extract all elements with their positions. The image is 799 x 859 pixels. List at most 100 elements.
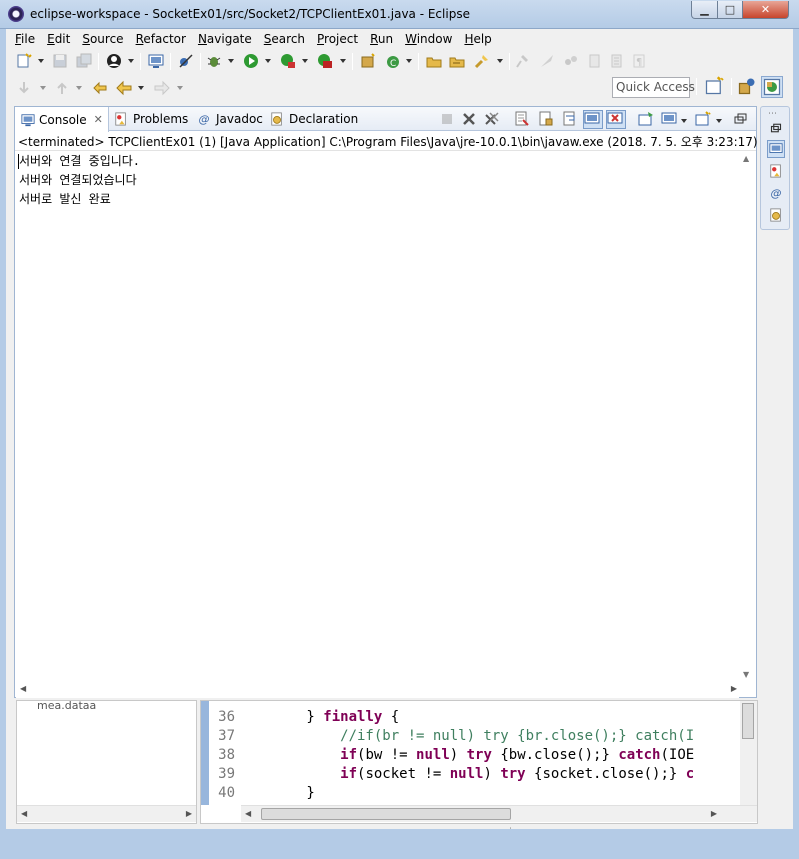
maximize-button[interactable]: □	[717, 1, 743, 19]
menu-source[interactable]: Source	[76, 29, 129, 49]
next-edit-location-icon[interactable]	[16, 80, 32, 96]
back-icon[interactable]	[116, 80, 132, 96]
terminate-icon[interactable]	[439, 111, 455, 127]
forward-dropdown-icon[interactable]	[177, 86, 183, 90]
restore-view-icon[interactable]	[732, 111, 748, 127]
scroll-right-icon[interactable]: ▶	[186, 809, 192, 818]
back-dropdown-icon[interactable]	[138, 86, 144, 90]
show-paragraph-icon[interactable]: ¶	[631, 53, 647, 69]
trim-console-button[interactable]	[767, 140, 785, 158]
show-console-on-stdout-button[interactable]	[583, 110, 603, 129]
account-dropdown-icon[interactable]	[128, 59, 134, 63]
open-task-icon[interactable]	[449, 53, 465, 69]
scroll-lock-icon[interactable]	[538, 111, 554, 127]
toggle-mark-occurrences-icon[interactable]	[515, 53, 531, 69]
trim-javadoc-button[interactable]: @	[767, 184, 785, 202]
toggle-block-selection-icon[interactable]	[539, 53, 555, 69]
display-selected-console-icon[interactable]	[661, 111, 677, 127]
java-perspective-button[interactable]	[761, 76, 783, 98]
minimize-button[interactable]: ▁	[691, 1, 718, 19]
previous-edit-dropdown-icon[interactable]	[76, 86, 82, 90]
new-java-package-icon[interactable]	[360, 53, 376, 69]
run-icon[interactable]	[243, 53, 259, 69]
code-line-39[interactable]: 39 if(socket != null) try {socket.close(…	[211, 766, 694, 785]
coverage-icon[interactable]	[280, 53, 296, 69]
scroll-left-icon[interactable]: ◀	[245, 809, 251, 818]
code-line-40[interactable]: 40 }	[211, 785, 315, 804]
new-class-dropdown-icon[interactable]	[406, 59, 412, 63]
trim-declaration-button[interactable]	[767, 206, 785, 224]
editor-horizontal-scrollbar[interactable]: ◀ ▶	[241, 805, 757, 822]
menu-project[interactable]: Project	[311, 29, 364, 49]
tree-horizontal-scrollbar[interactable]: ◀ ▶	[17, 805, 196, 822]
search-icon[interactable]	[474, 53, 490, 69]
tree-item-partial[interactable]: mea.dataa	[37, 699, 96, 712]
new-icon[interactable]	[16, 53, 32, 69]
java-ee-perspective-button[interactable]	[737, 76, 759, 98]
debug-dropdown-icon[interactable]	[228, 59, 234, 63]
previous-annotation-icon[interactable]	[609, 53, 625, 69]
remove-launch-icon[interactable]	[461, 111, 477, 127]
next-edit-dropdown-icon[interactable]	[40, 86, 46, 90]
menu-navigate[interactable]: Navigate	[192, 29, 258, 49]
open-console-icon[interactable]	[148, 53, 164, 69]
show-whitespace-icon[interactable]	[563, 53, 579, 69]
scroll-up-icon[interactable]: ▲	[743, 154, 749, 163]
console-horizontal-scrollbar[interactable]: ◀ ▶	[16, 681, 739, 698]
menu-run[interactable]: Run	[364, 29, 399, 49]
skip-breakpoints-icon[interactable]	[178, 53, 194, 69]
editor-horizontal-thumb[interactable]	[261, 808, 511, 820]
console-output[interactable]: 서버와 연결 중입니다. 서버와 연결되었습니다 서버로 발신 완료	[18, 152, 140, 209]
run-dropdown-icon[interactable]	[265, 59, 271, 63]
last-edit-location-icon[interactable]	[92, 80, 108, 96]
scroll-right-icon[interactable]: ▶	[731, 684, 737, 693]
tab-problems[interactable]: Problems	[113, 107, 188, 131]
menu-search[interactable]: Search	[258, 29, 311, 49]
scroll-left-icon[interactable]: ◀	[21, 809, 27, 818]
menu-file[interactable]: File	[9, 29, 41, 49]
word-wrap-icon[interactable]	[562, 111, 578, 127]
editor-scroll-thumb[interactable]	[742, 703, 754, 739]
code-editor[interactable]: 36 } finally { 37 //if(br != null) try {…	[200, 700, 758, 824]
open-console-dropdown-icon[interactable]	[716, 119, 722, 123]
save-icon[interactable]	[52, 53, 68, 69]
clear-console-icon[interactable]	[514, 111, 530, 127]
next-annotation-icon[interactable]	[587, 53, 603, 69]
show-console-on-stderr-button[interactable]	[606, 110, 626, 129]
scroll-left-icon[interactable]: ◀	[20, 684, 26, 693]
trim-problems-button[interactable]	[767, 162, 785, 180]
external-tools-dropdown-icon[interactable]	[340, 59, 346, 63]
new-dropdown-icon[interactable]	[38, 59, 44, 63]
external-tools-icon[interactable]	[317, 53, 333, 69]
tab-declaration[interactable]: Declaration	[269, 107, 358, 131]
console-vertical-scrollbar[interactable]: ▲ ▼	[739, 151, 755, 681]
coverage-dropdown-icon[interactable]	[302, 59, 308, 63]
tab-javadoc[interactable]: @ Javadoc	[196, 107, 263, 131]
save-all-icon[interactable]	[76, 53, 92, 69]
menu-refactor[interactable]: Refactor	[130, 29, 192, 49]
open-type-icon[interactable]	[426, 53, 442, 69]
previous-edit-location-icon[interactable]	[54, 80, 70, 96]
debug-icon[interactable]	[206, 53, 222, 69]
scroll-down-icon[interactable]: ▼	[743, 670, 749, 679]
account-icon[interactable]	[106, 53, 122, 69]
open-console-icon[interactable]	[695, 111, 711, 127]
close-tab-icon[interactable]: ✕	[94, 113, 103, 126]
close-button[interactable]: ✕	[742, 1, 789, 19]
menu-help[interactable]: Help	[458, 29, 497, 49]
forward-icon[interactable]	[154, 80, 170, 96]
menu-edit[interactable]: Edit	[41, 29, 76, 49]
code-line-37[interactable]: 37 //if(br != null) try {br.close();} ca…	[211, 728, 694, 747]
scroll-right-icon[interactable]: ▶	[711, 809, 717, 818]
tab-console[interactable]: Console ✕	[15, 107, 109, 132]
remove-all-terminated-icon[interactable]	[484, 111, 500, 127]
new-java-class-icon[interactable]: C	[385, 53, 401, 69]
search-dropdown-icon[interactable]	[497, 59, 503, 63]
editor-vertical-scrollbar[interactable]	[740, 701, 757, 807]
restore-stack-button[interactable]	[767, 119, 785, 137]
code-line-38[interactable]: 38 if(bw != null) try {bw.close();} catc…	[211, 747, 694, 766]
pin-console-icon[interactable]	[638, 111, 654, 127]
open-perspective-button[interactable]	[704, 76, 726, 98]
menu-window[interactable]: Window	[399, 29, 458, 49]
quick-access-field[interactable]: Quick Access	[612, 77, 695, 98]
